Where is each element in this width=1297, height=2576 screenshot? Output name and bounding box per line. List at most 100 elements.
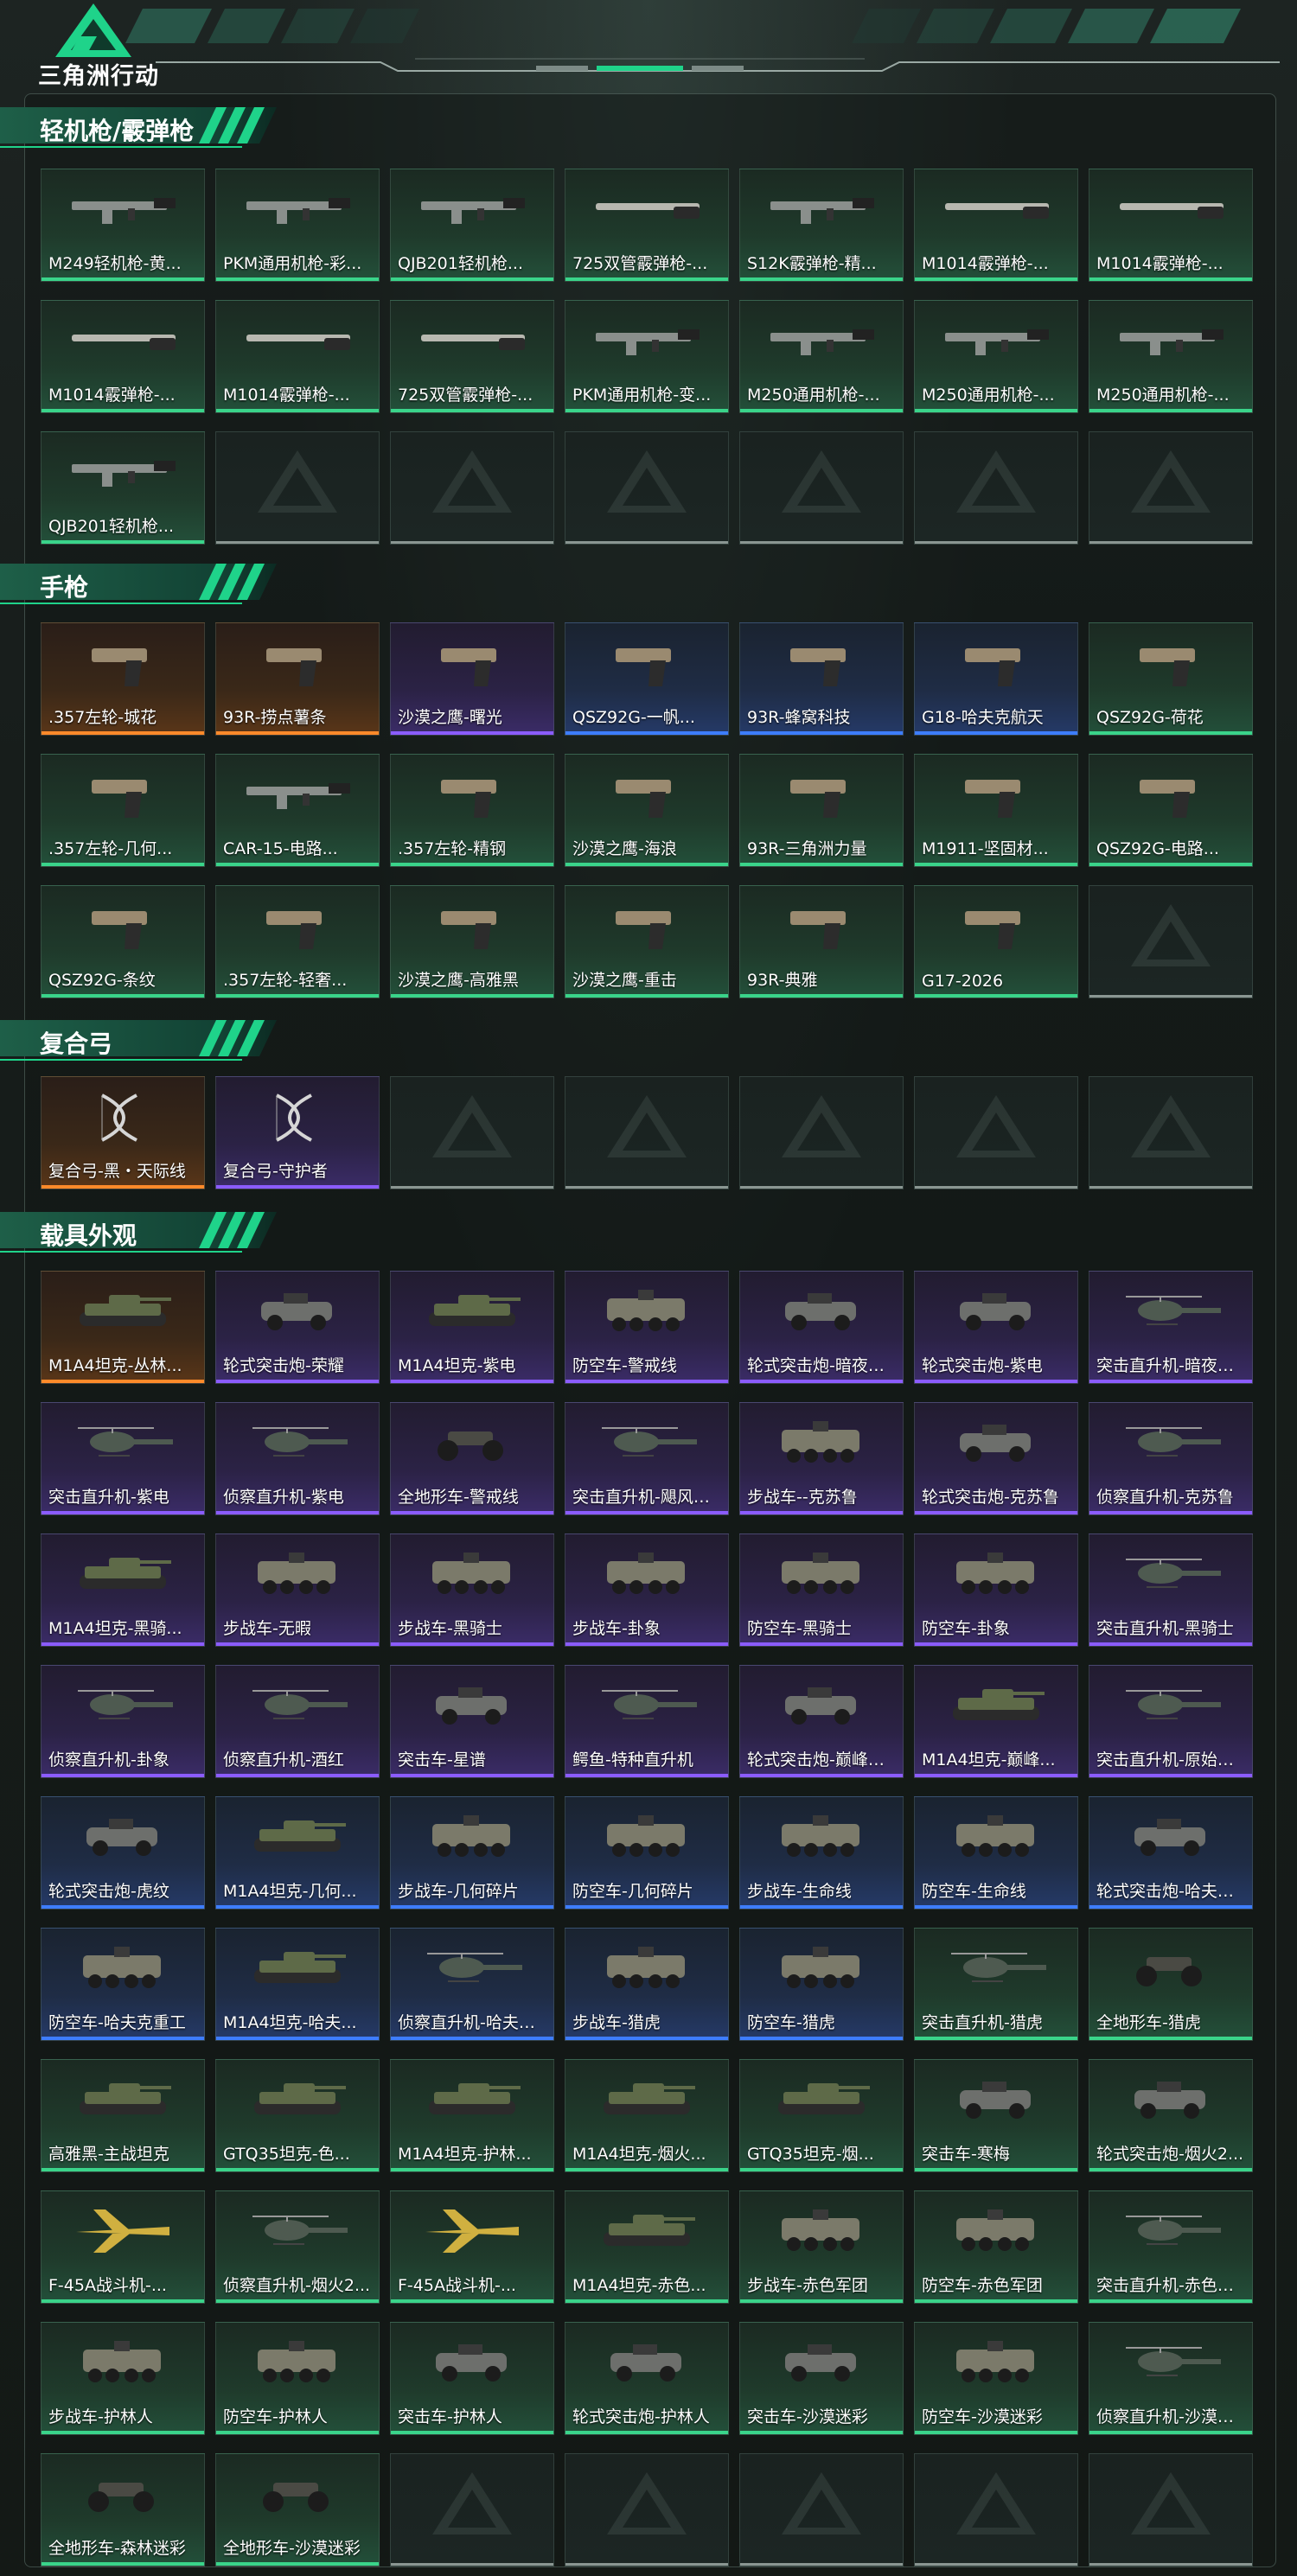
skin-card[interactable]: 鳄鱼-特种直升机 bbox=[565, 1665, 729, 1778]
skin-card[interactable]: 93R-典雅 bbox=[739, 885, 904, 998]
skin-card[interactable]: M1014霰弹枪-... bbox=[1089, 169, 1253, 282]
skin-card[interactable]: 复合弓-守护者 bbox=[215, 1076, 380, 1189]
skin-card[interactable]: S12K霰弹枪-精... bbox=[739, 169, 904, 282]
skin-card[interactable]: 步战车--克苏鲁 bbox=[739, 1402, 904, 1515]
skin-card[interactable]: 步战车-卦象 bbox=[565, 1533, 729, 1647]
skin-card[interactable]: 步战车-赤色军团 bbox=[739, 2190, 904, 2304]
skin-card[interactable]: M1A4坦克-护林... bbox=[390, 2059, 554, 2172]
skin-card[interactable]: QSZ92G-电路... bbox=[1089, 754, 1253, 867]
skin-card[interactable]: 沙漠之鹰-曙光 bbox=[390, 622, 554, 736]
skin-card[interactable]: 突击车-星谱 bbox=[390, 1665, 554, 1778]
skin-card[interactable]: 防空车-沙漠迷彩 bbox=[914, 2322, 1078, 2435]
skin-card[interactable]: M250通用机枪-... bbox=[914, 300, 1078, 413]
skin-card[interactable]: 防空车-生命线 bbox=[914, 1796, 1078, 1910]
skin-card[interactable]: G17-2026 bbox=[914, 885, 1078, 998]
skin-card[interactable]: QSZ92G-荷花 bbox=[1089, 622, 1253, 736]
skin-card[interactable]: M1014霰弹枪-... bbox=[41, 300, 205, 413]
skin-card[interactable]: QJB201轻机枪... bbox=[390, 169, 554, 282]
skin-card[interactable]: .357左轮-精钢 bbox=[390, 754, 554, 867]
skin-card[interactable]: 突击车-寒梅 bbox=[914, 2059, 1078, 2172]
skin-card[interactable]: M1A4坦克-赤色... bbox=[565, 2190, 729, 2304]
skin-card[interactable]: GTQ35坦克-色... bbox=[215, 2059, 380, 2172]
skin-card[interactable]: 轮式突击炮-巅峰竞... bbox=[739, 1665, 904, 1778]
skin-card[interactable]: F-45A战斗机-... bbox=[390, 2190, 554, 2304]
skin-card[interactable]: 突击直升机-赤色军... bbox=[1089, 2190, 1253, 2304]
skin-card[interactable]: 防空车-猎虎 bbox=[739, 1928, 904, 2041]
skin-card[interactable]: 侦察直升机-克苏鲁 bbox=[1089, 1402, 1253, 1515]
skin-card[interactable]: 全地形车-警戒线 bbox=[390, 1402, 554, 1515]
skin-card[interactable]: F-45A战斗机-... bbox=[41, 2190, 205, 2304]
skin-card[interactable]: 沙漠之鹰-高雅黑 bbox=[390, 885, 554, 998]
skin-card[interactable]: 全地形车-森林迷彩 bbox=[41, 2453, 205, 2566]
skin-card[interactable]: PKM通用机枪-彩... bbox=[215, 169, 380, 282]
skin-card[interactable]: 轮式突击炮-紫电 bbox=[914, 1271, 1078, 1384]
skin-card[interactable]: .357左轮-轻奢... bbox=[215, 885, 380, 998]
skin-card[interactable]: 防空车-几何碎片 bbox=[565, 1796, 729, 1910]
skin-card[interactable]: 步战车-黑骑士 bbox=[390, 1533, 554, 1647]
skin-card[interactable]: 步战车-护林人 bbox=[41, 2322, 205, 2435]
skin-card[interactable]: 725双管霰弹枪-... bbox=[565, 169, 729, 282]
skin-card[interactable]: CAR-15-电路... bbox=[215, 754, 380, 867]
skin-card[interactable]: 侦察直升机-紫电 bbox=[215, 1402, 380, 1515]
skin-card[interactable]: 突击直升机-猎虎 bbox=[914, 1928, 1078, 2041]
skin-card[interactable]: 步战车-生命线 bbox=[739, 1796, 904, 1910]
skin-card[interactable]: 突击车-沙漠迷彩 bbox=[739, 2322, 904, 2435]
skin-card[interactable]: 侦察直升机-哈夫克... bbox=[390, 1928, 554, 2041]
skin-card[interactable]: M1A4坦克-几何... bbox=[215, 1796, 380, 1910]
skin-card[interactable]: .357左轮-城花 bbox=[41, 622, 205, 736]
skin-card[interactable]: 轮式突击炮-烟火2... bbox=[1089, 2059, 1253, 2172]
skin-card[interactable]: 侦察直升机-沙漠迷... bbox=[1089, 2322, 1253, 2435]
skin-card[interactable]: 防空车-赤色军团 bbox=[914, 2190, 1078, 2304]
skin-card[interactable]: M1911-坚固材... bbox=[914, 754, 1078, 867]
skin-card[interactable]: M250通用机枪-... bbox=[739, 300, 904, 413]
skin-card[interactable]: 突击直升机-飓风行... bbox=[565, 1402, 729, 1515]
skin-card[interactable]: .357左轮-几何... bbox=[41, 754, 205, 867]
skin-card[interactable]: 防空车-哈夫克重工 bbox=[41, 1928, 205, 2041]
skin-card[interactable]: 轮式突击炮-虎纹 bbox=[41, 1796, 205, 1910]
skin-card[interactable]: G18-哈夫克航天 bbox=[914, 622, 1078, 736]
skin-card[interactable]: M1A4坦克-哈夫... bbox=[215, 1928, 380, 2041]
skin-card[interactable]: 防空车-警戒线 bbox=[565, 1271, 729, 1384]
skin-card[interactable]: 侦察直升机-烟火2... bbox=[215, 2190, 380, 2304]
skin-card[interactable]: QSZ92G-条纹 bbox=[41, 885, 205, 998]
skin-card[interactable]: 轮式突击炮-暗夜行... bbox=[739, 1271, 904, 1384]
skin-card[interactable]: 轮式突击炮-克苏鲁 bbox=[914, 1402, 1078, 1515]
skin-card[interactable]: GTQ35坦克-烟... bbox=[739, 2059, 904, 2172]
skin-card[interactable]: 步战车-几何碎片 bbox=[390, 1796, 554, 1910]
skin-card[interactable]: PKM通用机枪-变... bbox=[565, 300, 729, 413]
skin-card[interactable]: 93R-捞点薯条 bbox=[215, 622, 380, 736]
skin-card[interactable]: 突击车-护林人 bbox=[390, 2322, 554, 2435]
skin-card[interactable]: M1A4坦克-丛林... bbox=[41, 1271, 205, 1384]
skin-card[interactable]: M1A4坦克-黑骑... bbox=[41, 1533, 205, 1647]
skin-card[interactable]: 轮式突击炮-荣耀 bbox=[215, 1271, 380, 1384]
skin-card[interactable]: 防空车-卦象 bbox=[914, 1533, 1078, 1647]
skin-card[interactable]: 93R-蜂窝科技 bbox=[739, 622, 904, 736]
skin-card[interactable]: 突击直升机-暗夜行... bbox=[1089, 1271, 1253, 1384]
skin-card[interactable]: 轮式突击炮-哈夫克... bbox=[1089, 1796, 1253, 1910]
skin-card[interactable]: 步战车-无暇 bbox=[215, 1533, 380, 1647]
skin-card[interactable]: M1A4坦克-紫电 bbox=[390, 1271, 554, 1384]
skin-card[interactable]: M250通用机枪-... bbox=[1089, 300, 1253, 413]
skin-card[interactable]: 突击直升机-原始伪... bbox=[1089, 1665, 1253, 1778]
skin-card[interactable]: 全地形车-猎虎 bbox=[1089, 1928, 1253, 2041]
skin-card[interactable]: 复合弓-黑・天际线 bbox=[41, 1076, 205, 1189]
skin-card[interactable]: 步战车-猎虎 bbox=[565, 1928, 729, 2041]
skin-card[interactable]: M249轻机枪-黄... bbox=[41, 169, 205, 282]
skin-card[interactable]: 全地形车-沙漠迷彩 bbox=[215, 2453, 380, 2566]
skin-card[interactable]: M1A4坦克-烟火... bbox=[565, 2059, 729, 2172]
skin-card[interactable]: 沙漠之鹰-海浪 bbox=[565, 754, 729, 867]
skin-card[interactable]: M1A4坦克-巅峰... bbox=[914, 1665, 1078, 1778]
skin-card[interactable]: 轮式突击炮-护林人 bbox=[565, 2322, 729, 2435]
skin-card[interactable]: 93R-三角洲力量 bbox=[739, 754, 904, 867]
skin-card[interactable]: 突击直升机-紫电 bbox=[41, 1402, 205, 1515]
skin-card[interactable]: 侦察直升机-酒红 bbox=[215, 1665, 380, 1778]
skin-card[interactable]: 防空车-黑骑士 bbox=[739, 1533, 904, 1647]
skin-card[interactable]: 突击直升机-黑骑士 bbox=[1089, 1533, 1253, 1647]
skin-card[interactable]: 防空车-护林人 bbox=[215, 2322, 380, 2435]
skin-card[interactable]: 侦察直升机-卦象 bbox=[41, 1665, 205, 1778]
skin-card[interactable]: 725双管霰弹枪-... bbox=[390, 300, 554, 413]
skin-card[interactable]: 高雅黑-主战坦克 bbox=[41, 2059, 205, 2172]
skin-card[interactable]: 沙漠之鹰-重击 bbox=[565, 885, 729, 998]
skin-card[interactable]: M1014霰弹枪-... bbox=[914, 169, 1078, 282]
skin-card[interactable]: QJB201轻机枪... bbox=[41, 431, 205, 545]
